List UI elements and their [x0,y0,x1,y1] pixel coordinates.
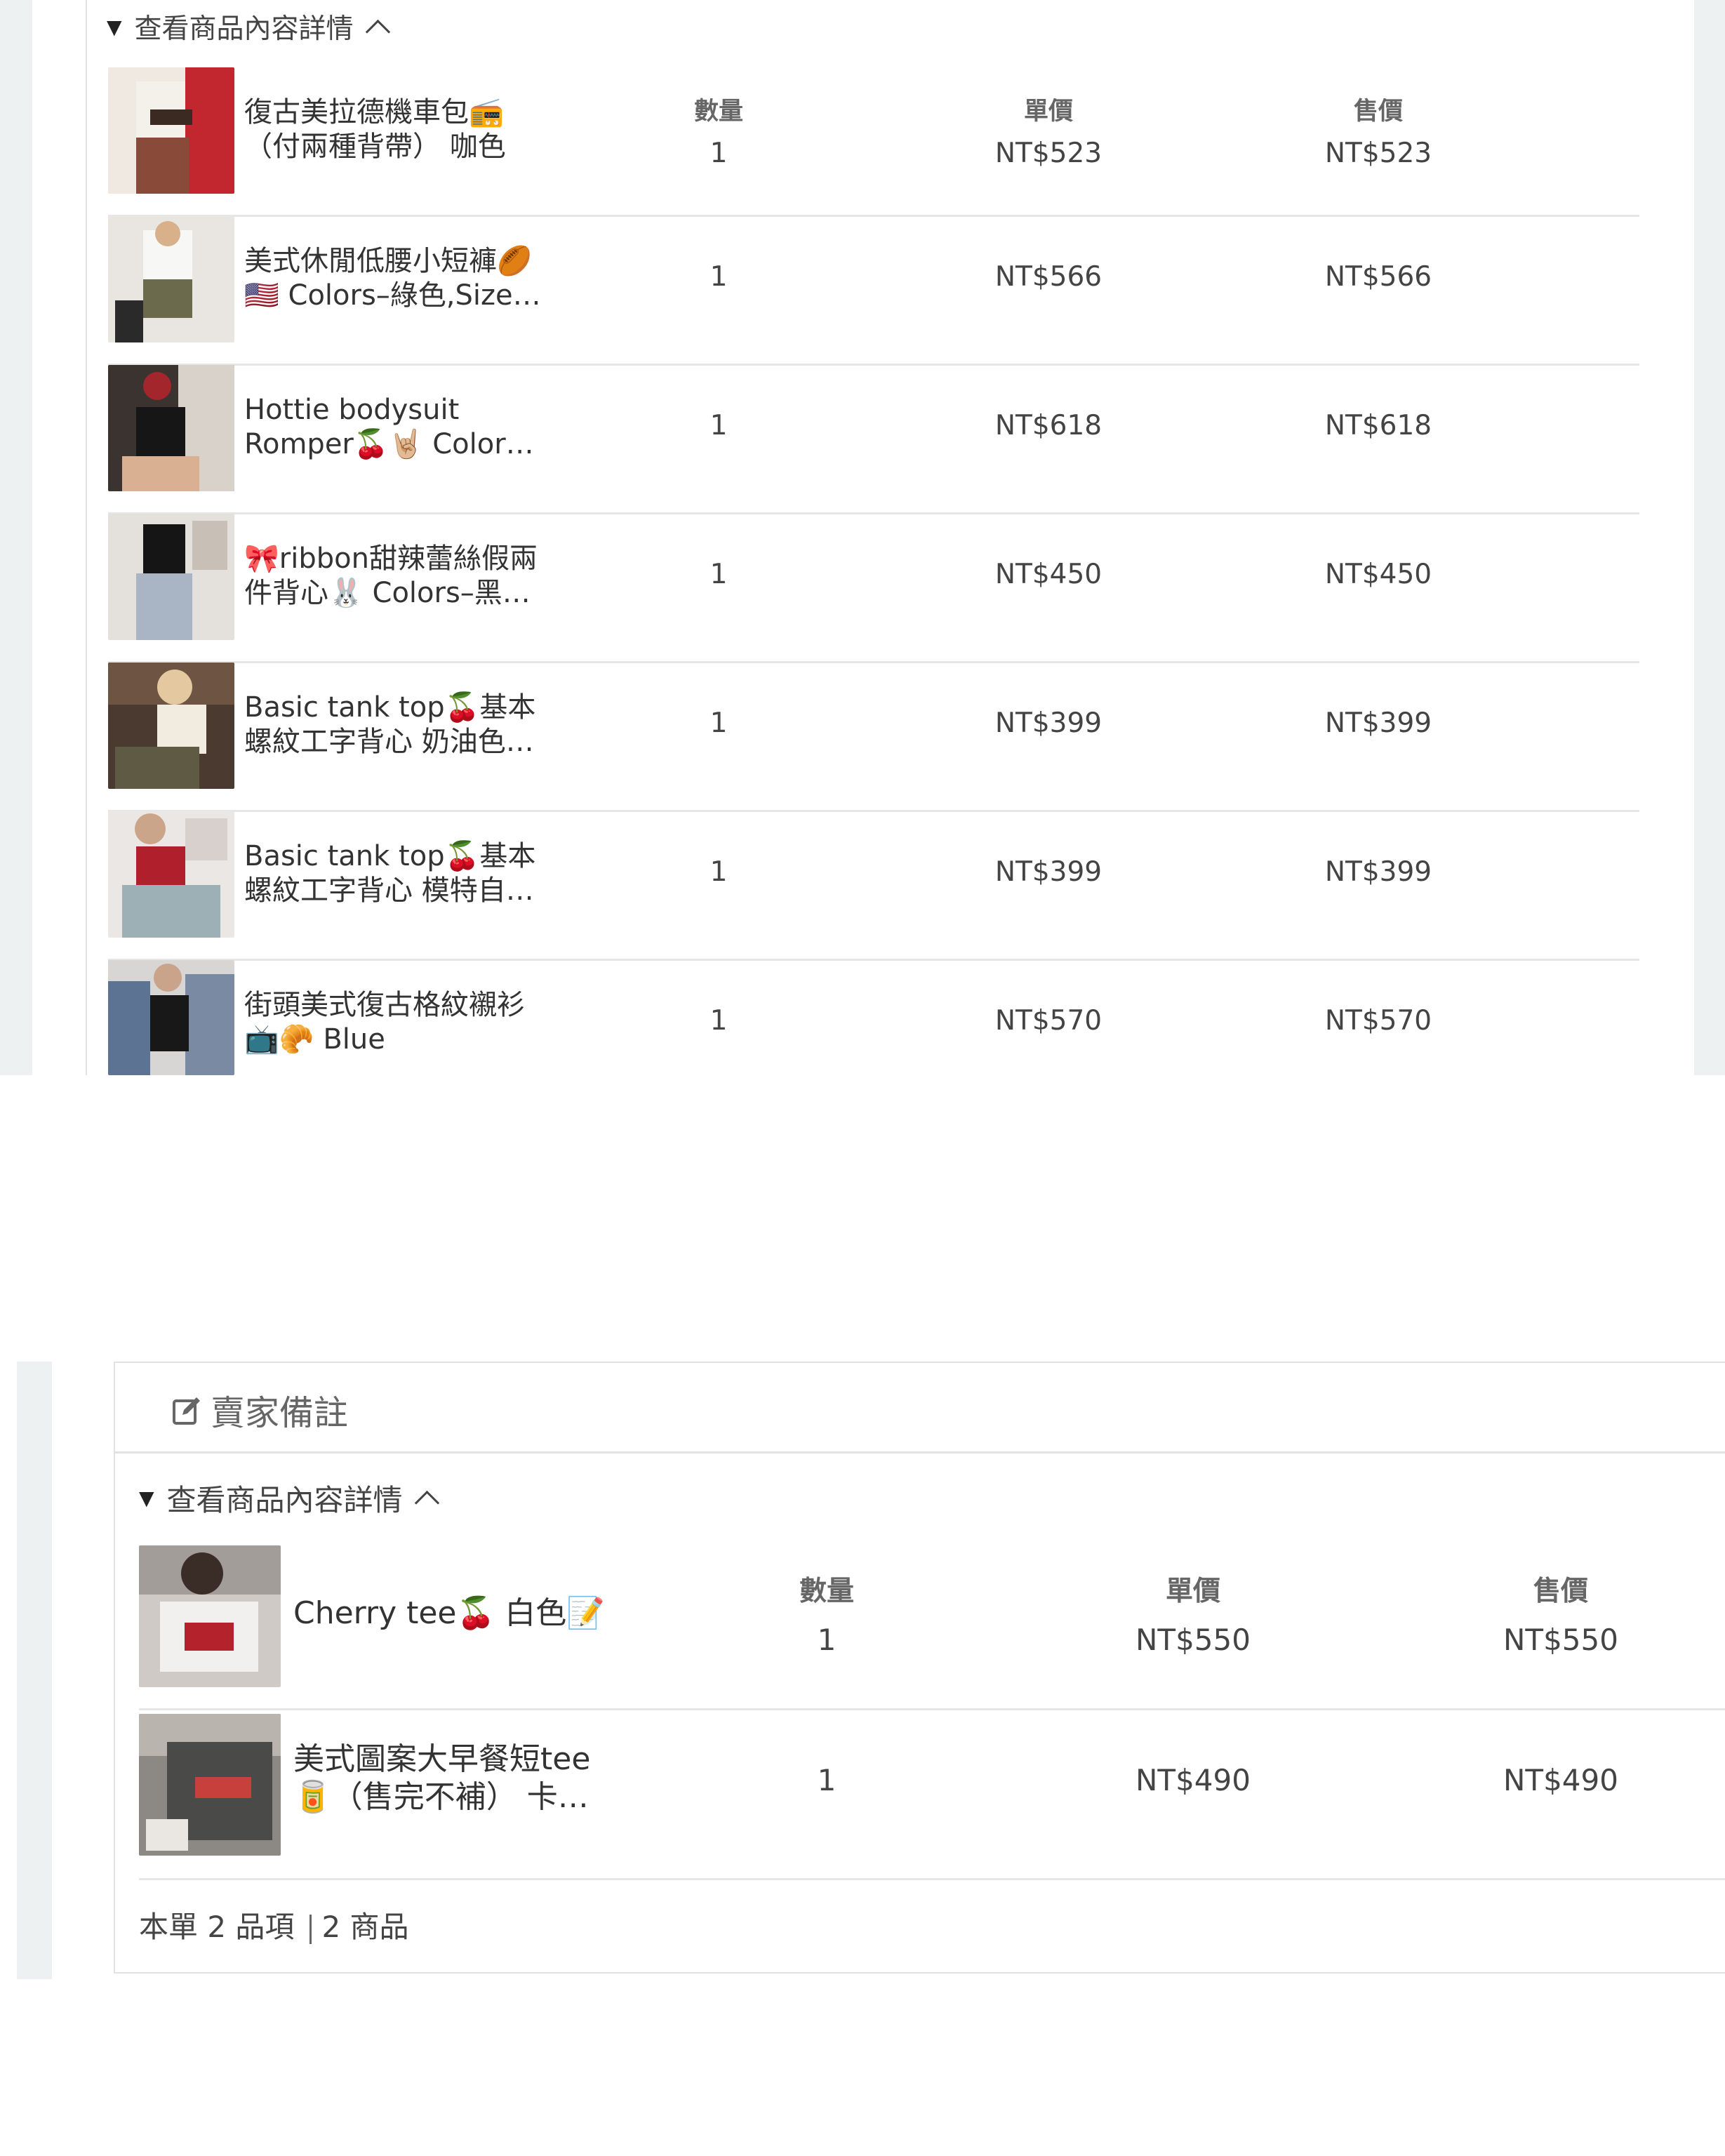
product-name[interactable]: 🎀ribbon甜辣蕾絲假兩 件背心🐰 Colors–黑… [244,542,538,611]
item-sale-price: NT$523 [1324,138,1432,169]
product-thumbnail[interactable] [108,663,234,789]
product-thumbnail[interactable] [108,960,234,1075]
product-name[interactable]: 美式圖案大早餐短tee 🥫（售完不補） 卡… [293,1741,590,1816]
item-sale-price: NT$399 [1324,707,1432,739]
order-panel-2: 賣家備註 ▼ 查看商品內容詳情 數量 單價 售價 Cherry tee🍒 白色📝… [0,1362,1725,1979]
product-thumbnail[interactable] [139,1545,281,1687]
item-qty: 1 [710,1005,728,1037]
row-divider [108,215,1639,217]
left-gutter [0,0,32,1075]
item-unit-price: NT$399 [994,707,1103,739]
left-gutter [17,1362,52,1979]
item-unit-price: NT$550 [1135,1623,1251,1657]
edit-icon [173,1397,200,1425]
section-divider [115,1451,1725,1453]
item-unit-price: NT$450 [994,559,1103,590]
item-unit-price: NT$523 [994,138,1103,169]
item-qty: 1 [710,138,728,169]
product-name[interactable]: 街頭美式復古格紋襯衫 📺🥐 Blue [244,988,525,1057]
column-header-unit-price: 單價 [1023,98,1073,126]
column-header-qty: 數量 [799,1576,854,1607]
summary-item-count: 2 商品 [321,1910,409,1944]
product-name[interactable]: 復古美拉德機車包📻 （付兩種背帶） 咖色 [244,95,506,164]
row-divider [108,810,1639,812]
item-qty: 1 [817,1763,837,1797]
row-divider [108,364,1639,366]
item-sale-price: NT$566 [1324,261,1432,293]
product-name[interactable]: 美式休閒低腰小短褲🏉 🇺🇸 Colors–綠色,Size… [244,244,541,313]
item-sale-price: NT$570 [1324,1005,1432,1037]
summary-separator [309,1914,312,1944]
item-unit-price: NT$570 [994,1005,1103,1037]
item-unit-price: NT$618 [994,410,1103,441]
summary-item-types: 本單 2 品項 [139,1910,295,1944]
column-header-sale-price: 售價 [1353,98,1403,126]
item-sale-price: NT$618 [1324,410,1432,441]
item-sale-price: NT$450 [1324,559,1432,590]
row-divider [108,959,1639,961]
row-divider [108,512,1639,514]
right-gutter [1694,0,1725,1075]
details-toggle-label: 查看商品內容詳情 [134,13,354,45]
chevron-up-icon [414,1490,439,1515]
product-name[interactable]: Hottie bodysuit Romper🍒🤘🏼 Color… [244,393,534,462]
item-qty: 1 [710,559,728,590]
triangle-down-icon: ▼ [139,1486,154,1510]
column-header-sale-price: 售價 [1533,1576,1588,1607]
item-sale-price: NT$490 [1503,1763,1618,1797]
item-unit-price: NT$490 [1135,1763,1251,1797]
product-name[interactable]: Cherry tee🍒 白色📝 [293,1596,605,1630]
product-thumbnail[interactable] [108,811,234,938]
row-divider [108,661,1639,663]
item-sale-price: NT$550 [1503,1623,1618,1657]
details-toggle[interactable]: ▼ 查看商品內容詳情 [107,8,390,45]
product-thumbnail[interactable] [108,514,234,640]
content-border [86,0,87,1075]
product-thumbnail[interactable] [108,216,234,342]
item-sale-price: NT$399 [1324,856,1432,888]
order-summary: 本單 2 品項 2 商品 [139,1903,409,1946]
item-qty: 1 [710,261,728,293]
order-panel-1: ▼ 查看商品內容詳情 數量 單價 售價 復古美拉德機車包📻 （付兩種背帶） 咖色… [0,0,1725,1075]
product-thumbnail[interactable] [139,1714,281,1856]
item-qty: 1 [817,1623,837,1657]
item-qty: 1 [710,410,728,441]
column-header-unit-price: 單價 [1165,1576,1220,1607]
row-divider [139,1708,1725,1710]
chevron-up-icon [365,19,390,44]
column-header-qty: 數量 [693,98,743,126]
details-toggle-label: 查看商品內容詳情 [166,1482,403,1517]
item-qty: 1 [710,707,728,739]
triangle-down-icon: ▼ [107,15,122,39]
product-thumbnail[interactable] [108,67,234,194]
item-unit-price: NT$566 [994,261,1103,293]
row-divider [139,1878,1725,1880]
product-name[interactable]: Basic tank top🍒基本 螺紋工字背心 模特自… [244,839,535,908]
details-toggle[interactable]: ▼ 查看商品內容詳情 [139,1478,439,1517]
seller-note-label: 賣家備註 [211,1393,349,1433]
product-thumbnail[interactable] [108,365,234,491]
item-qty: 1 [710,856,728,888]
product-name[interactable]: Basic tank top🍒基本 螺紋工字背心 奶油色… [244,691,535,759]
item-unit-price: NT$399 [994,856,1103,888]
seller-note-button[interactable]: 賣家備註 [171,1385,348,1435]
